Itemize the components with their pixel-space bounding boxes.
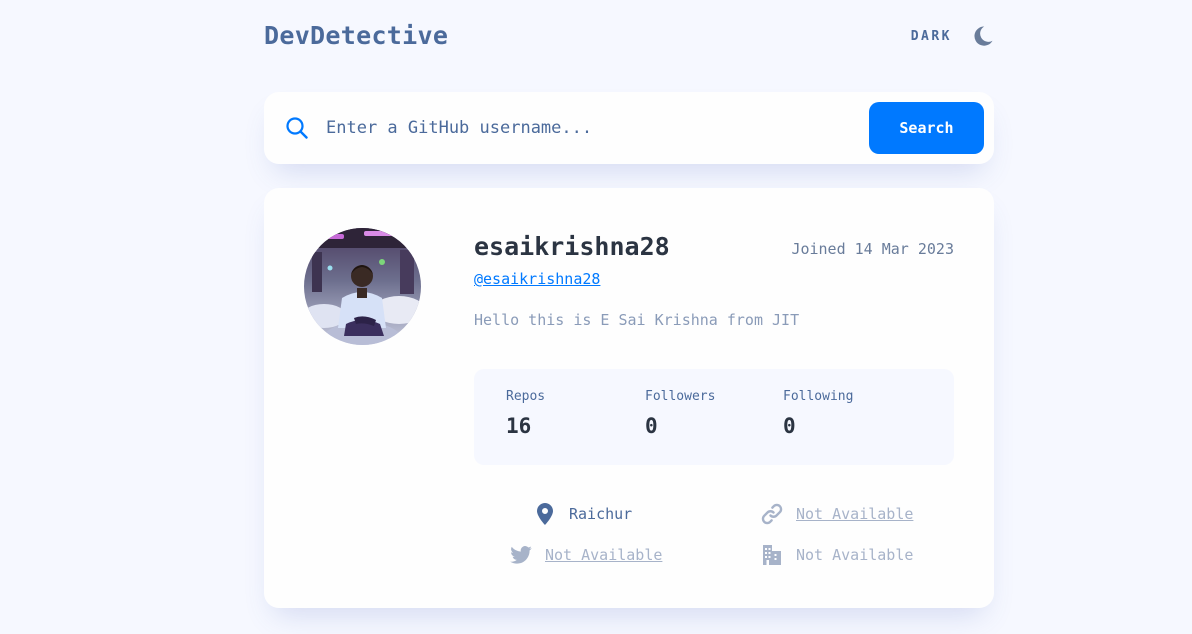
location-pin-icon — [534, 503, 556, 525]
profile-login-link[interactable]: @esaikrishna28 — [474, 270, 600, 288]
stat-label: Following — [783, 389, 854, 404]
theme-label: DARK — [910, 28, 952, 44]
theme-toggle-button[interactable]: DARK — [911, 22, 994, 50]
company-text: Not Available — [796, 546, 914, 564]
location-text: Raichur — [569, 505, 633, 523]
info-twitter: Not Available — [510, 543, 662, 567]
profile-name: esaikrishna28 — [474, 232, 670, 261]
stat-value: 16 — [506, 414, 532, 438]
twitter-link[interactable]: Not Available — [545, 546, 662, 564]
stat-value: 0 — [783, 414, 796, 438]
profile-card: esaikrishna28 Joined 14 Mar 2023 @esaikr… — [264, 188, 994, 608]
info-location: Raichur — [534, 502, 632, 526]
twitter-icon — [510, 544, 532, 566]
joined-date: Joined 14 Mar 2023 — [791, 240, 954, 258]
stat-repos: Repos 16 — [506, 389, 545, 438]
stat-followers: Followers 0 — [645, 389, 715, 438]
search-icon — [286, 117, 308, 139]
stats-panel: Repos 16 Followers 0 Following 0 — [474, 369, 954, 465]
search-input[interactable] — [324, 112, 844, 144]
company-building-icon — [761, 544, 783, 566]
info-company: Not Available — [761, 543, 913, 567]
stat-label: Repos — [506, 389, 546, 404]
stat-following: Following 0 — [783, 389, 853, 438]
search-bar: Search — [264, 92, 994, 164]
link-icon — [761, 503, 783, 525]
info-blog: Not Available — [761, 502, 913, 526]
stat-label: Followers — [645, 389, 716, 404]
app-title: DevDetective — [264, 21, 449, 50]
stat-value: 0 — [645, 414, 658, 438]
moon-icon — [972, 25, 994, 47]
profile-bio: Hello this is E Sai Krishna from JIT — [474, 311, 800, 329]
avatar — [304, 228, 421, 345]
search-button[interactable]: Search — [869, 102, 984, 154]
app-header: DevDetective DARK — [264, 18, 994, 58]
blog-link[interactable]: Not Available — [796, 505, 913, 523]
